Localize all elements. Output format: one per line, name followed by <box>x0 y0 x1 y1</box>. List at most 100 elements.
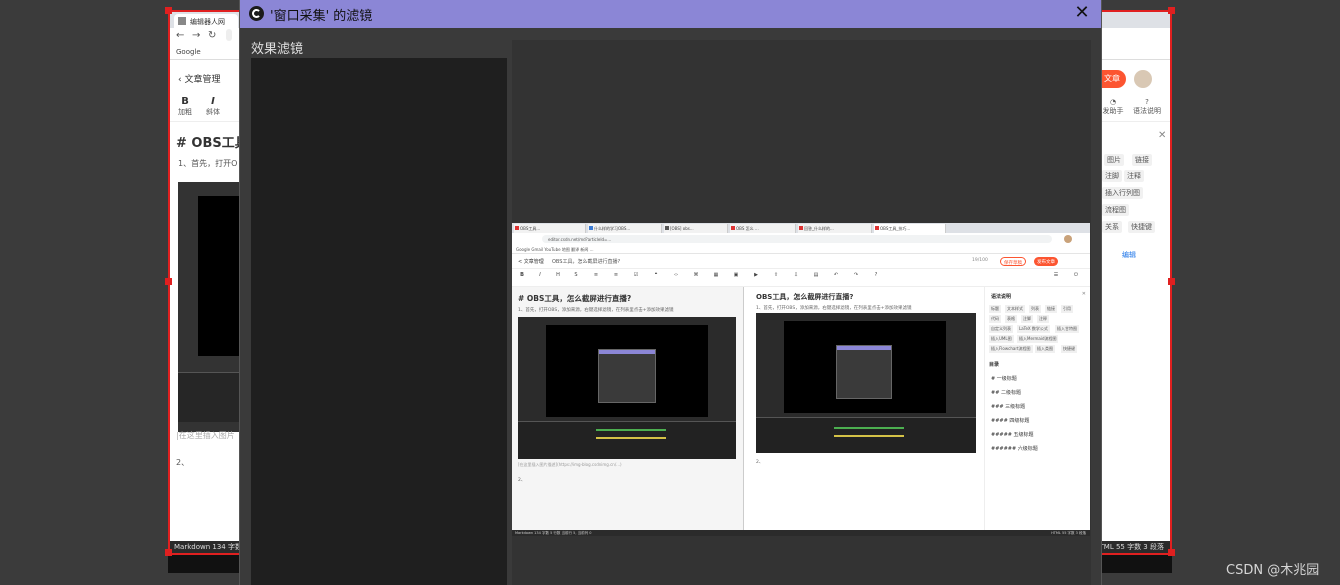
preview-quote-icon: ❝ <box>654 272 658 278</box>
preview-chip: 链接 <box>1045 305 1057 313</box>
preview-tab: OBS工具... <box>514 224 586 233</box>
italic-label: 斜体 <box>206 108 220 116</box>
status-left: Markdown 134 字数 5 <box>174 543 249 551</box>
address-bar[interactable] <box>226 29 232 41</box>
preview-editor-header: < 文章管理 OBS工具，怎么截屏进行直播? 19/100 保存草稿 发布文章 <box>512 254 1090 269</box>
preview-redo-icon: ↷ <box>853 272 859 278</box>
bold-label: 加粗 <box>178 108 192 116</box>
preview-undo-icon: ↶ <box>833 272 839 278</box>
preview-markdown-pane: # OBS工具，怎么截屏进行直播? 1、首先，打开OBS，添加来源，右键选择滤镜… <box>512 287 744 530</box>
preview-save-draft: 保存草稿 <box>1000 257 1026 266</box>
tag-link[interactable]: 链接 <box>1132 154 1152 166</box>
preview-download-icon: ⇩ <box>793 272 799 278</box>
preview-strike-icon: S <box>574 272 578 278</box>
preview-status-right: HTML 55 字数 3 段落 <box>1051 531 1086 535</box>
breadcrumb[interactable]: ‹ 文章管理 <box>178 72 220 85</box>
breadcrumb-label: 文章管理 <box>184 75 221 85</box>
preview-left-paragraph: 1、首先，打开OBS，添加来源，右键选择滤镜，在列表里点击+添加效果滤镜 <box>518 308 674 313</box>
close-button[interactable]: ✕ <box>1071 2 1093 24</box>
preview-chip: 快捷键 <box>1061 345 1077 353</box>
dialog-title-bar[interactable]: '窗口采集' 的滤镜 ✕ <box>240 0 1101 28</box>
preview-olist-icon: ≡ <box>613 272 619 278</box>
syntax-help-button[interactable]: ? 语法说明 <box>1130 98 1164 116</box>
effects-filter-list[interactable] <box>251 58 507 585</box>
preview-task-icon: ☑ <box>633 272 639 278</box>
preview-status-bar: Markdown 134 字数 5 行数 当前行 5, 当前列 0 HTML 5… <box>512 530 1090 536</box>
preview-chip: 插入Flowchart流程图 <box>989 345 1033 353</box>
preview-code-icon: ‹› <box>674 272 678 278</box>
preview-chip: 列表 <box>1029 305 1041 313</box>
tag-image[interactable]: 图片 <box>1104 154 1124 166</box>
resize-handle-bl[interactable] <box>165 549 172 556</box>
reload-icon[interactable]: ↻ <box>208 30 216 41</box>
screen: 编辑器人网 ← → ↻ Google ‹ 文章管理 B 加粗 I 斜体 # OB… <box>0 0 1340 585</box>
preview-panel-title: 语法说明 <box>991 294 1012 300</box>
publish-button[interactable]: 文章 <box>1102 70 1126 88</box>
obs-logo-icon <box>249 6 264 21</box>
preview-image-icon: ▣ <box>733 272 739 278</box>
resize-handle-br[interactable] <box>1168 549 1175 556</box>
preview-chip: 文本样式 <box>1005 305 1025 313</box>
embedded-panels <box>178 372 240 422</box>
preview-mid-paragraph: 1、首先，打开OBS，添加来源，右键选择滤镜，在列表里点击+添加效果滤镜 <box>756 306 912 311</box>
tag-footnote[interactable]: 注脚 <box>1102 170 1122 182</box>
preview-save-icon: ▤ <box>813 272 819 278</box>
watermark: CSDN @木兆园 <box>1226 563 1320 578</box>
preview-chip: LaTeX 数学公式 <box>1017 325 1050 333</box>
tag-flowchart[interactable]: 流程图 <box>1102 204 1129 216</box>
resize-handle-mr[interactable] <box>1168 278 1175 285</box>
insert-image-hint: |在这里插入图片 <box>176 431 235 440</box>
preview-upload-icon: ⇪ <box>773 272 779 278</box>
preview-tab: OBS工具_技巧... <box>874 224 946 233</box>
preview-chip: 注脚 <box>1021 315 1033 323</box>
italic-icon: I <box>211 96 215 107</box>
preview-tab: 回答_什么样的... <box>798 224 872 233</box>
bold-icon: B <box>181 96 189 107</box>
preview-syntax-panel: 语法说明 ✕ 标题 文本样式 列表 链接 引用 代码 表格 注脚 注释 自定义列… <box>984 287 1090 530</box>
preview-help-icon: ? <box>874 272 878 278</box>
browser-tab[interactable]: 编辑器人网 <box>174 14 238 28</box>
preview-chip: 代码 <box>989 315 1001 323</box>
resize-handle-ml[interactable] <box>165 278 172 285</box>
preview-video-icon: ▶ <box>754 272 758 278</box>
preview-publish: 发布文章 <box>1034 257 1058 266</box>
editor-paragraph: 1、首先，打开O <box>178 159 238 168</box>
preview-bold-icon: B <box>520 272 524 278</box>
italic-button[interactable]: I 斜体 <box>200 96 226 117</box>
preview-editor-toolbar: B I H S ≡ ≡ ☑ ❝ ‹› ⌘ ▦ ▣ ▶ ⇪ ⇩ ▤ ↶ ↷ ? ☰… <box>512 269 1090 287</box>
preview-url: editor.csdn.net/md?articleId=... <box>542 235 1052 243</box>
syntax-help-label: 语法说明 <box>1133 107 1161 115</box>
preview-table-icon: ▦ <box>713 272 719 278</box>
preview-power-icon: ⏻ <box>1074 272 1078 278</box>
preview-counter: 19/100 <box>972 258 988 263</box>
tag-gantt[interactable]: 插入行列图 <box>1102 187 1143 199</box>
editor-heading: # OBS工具 <box>176 136 248 151</box>
preview-chip: 注释 <box>1037 315 1049 323</box>
resize-handle-tl[interactable] <box>165 7 172 14</box>
preview-url-row: editor.csdn.net/md?articleId=... <box>512 233 1090 245</box>
tag-relation[interactable]: 关系 <box>1102 221 1122 233</box>
close-icon[interactable]: ✕ <box>1158 130 1166 141</box>
preview-outline-h6: ###### 六级标题 <box>991 446 1038 452</box>
preview-mid-heading: OBS工具，怎么截屏进行直播? <box>756 293 854 301</box>
preview-chip: 表格 <box>1005 315 1017 323</box>
preview-left-two: 2、 <box>518 478 526 483</box>
forward-icon[interactable]: → <box>192 30 200 41</box>
tag-comment[interactable]: 注释 <box>1124 170 1144 182</box>
tag-shortcut[interactable]: 快捷键 <box>1128 221 1155 233</box>
filter-preview: OBS工具... 什么样的学习OBS... [OBS] obs... OBS 怎… <box>512 40 1091 585</box>
preview-tab: 什么样的学习OBS... <box>588 224 662 233</box>
preview-left-heading: # OBS工具，怎么截屏进行直播? <box>518 294 632 303</box>
edit-link[interactable]: 编辑 <box>1122 250 1136 260</box>
preview-chip: 自定义列表 <box>989 325 1013 333</box>
preview-chip: 标题 <box>989 305 1001 313</box>
bookmark-google[interactable]: Google <box>176 48 201 56</box>
preview-dir-icon: ☰ <box>1053 272 1059 278</box>
back-icon[interactable]: ← <box>176 30 184 41</box>
preview-crumb: < 文章管理 <box>518 259 544 265</box>
preview-avatar <box>1064 235 1072 243</box>
resize-handle-tr[interactable] <box>1168 7 1175 14</box>
bold-button[interactable]: B 加粗 <box>172 96 198 117</box>
avatar[interactable] <box>1134 70 1152 88</box>
preview-title-icon: H <box>556 272 560 278</box>
